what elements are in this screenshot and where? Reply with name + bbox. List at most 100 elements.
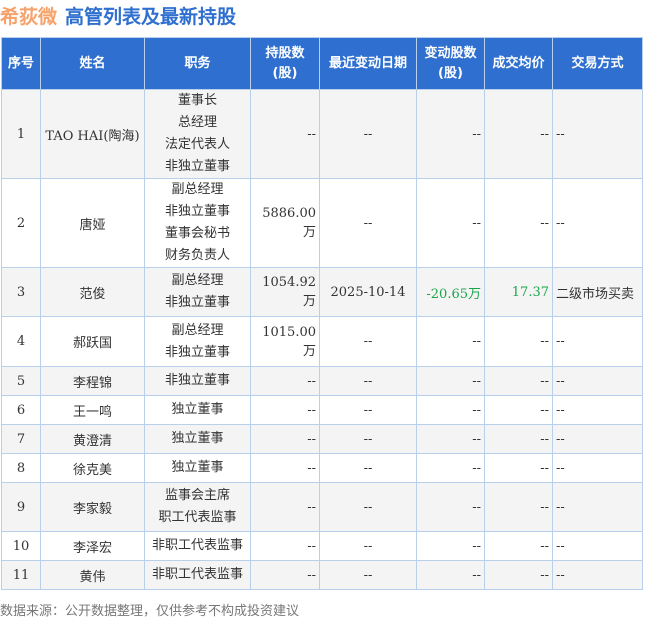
table-row: 11 黄伟 非职工代表监事 -- -- -- -- -- <box>1 560 643 590</box>
cell-shares: -- <box>250 366 320 396</box>
duty-item: 副总经理 <box>171 273 224 288</box>
duty-item: 董事会秘书 <box>164 226 230 241</box>
cell-change: -- <box>416 482 485 532</box>
cell-name: 范俊 <box>40 267 145 317</box>
table-row: 1 TAO HAI(陶海) 董事长 总经理 法定代表人 非独立董事 -- -- -- -- -- <box>1 89 643 179</box>
cell-change: -20.65万 <box>416 267 485 317</box>
cell-price: 17.37 <box>484 267 553 317</box>
duty-item: 副总经理 <box>171 182 224 197</box>
cell-date: -- <box>319 178 417 268</box>
cell-method: -- <box>552 366 643 396</box>
cell-no: 2 <box>1 178 41 268</box>
table-row: 6 王一鸣 独立董事 -- -- -- -- -- <box>1 395 643 425</box>
cell-duties: 非独立董事 <box>144 366 251 396</box>
cell-method: -- <box>552 560 643 590</box>
cell-date: -- <box>319 560 417 590</box>
data-source-note: 数据来源：公开数据整理，仅供参考不构成投资建议 <box>0 604 300 619</box>
table-row: 4 郝跃国 副总经理 非独立董事 1015.00万 -- -- -- -- <box>1 316 643 367</box>
cell-name: 李家毅 <box>40 482 145 532</box>
company-name: 希荻微 <box>0 6 58 28</box>
duty-item: 非独立董事 <box>164 373 230 388</box>
cell-change: -- <box>416 178 485 268</box>
cell-shares: -- <box>250 424 320 454</box>
cell-name: 郝跃国 <box>40 316 145 367</box>
cell-shares: -- <box>250 531 320 561</box>
cell-no: 8 <box>1 453 41 483</box>
cell-date: -- <box>319 453 417 483</box>
cell-no: 11 <box>1 560 41 590</box>
column-header: 持股数 (股) <box>250 37 320 90</box>
cell-duties: 非职工代表监事 <box>144 531 251 561</box>
cell-name: 李程锦 <box>40 366 145 396</box>
duty-item: 副总经理 <box>171 322 224 338</box>
column-header: 交易方式 <box>552 37 643 90</box>
duty-item: 法定代表人 <box>164 137 230 152</box>
cell-shares: 5886.00万 <box>250 178 320 268</box>
cell-no: 5 <box>1 366 41 396</box>
cell-change: -- <box>416 89 485 179</box>
cell-no: 6 <box>1 395 41 425</box>
column-header: 职务 <box>144 37 251 90</box>
cell-price: -- <box>484 316 553 367</box>
executive-table: 序号 姓名 职务 持股数 (股) 最近变动日期 变动股数 (股) 成交均价 交易方式 1 TAO H… <box>1 37 643 590</box>
cell-date: -- <box>319 89 417 179</box>
duty-item: 非独立董事 <box>164 204 230 219</box>
duty-item: 非职工代表监事 <box>151 567 243 582</box>
cell-shares: -- <box>250 453 320 483</box>
cell-date: -- <box>319 366 417 396</box>
cell-price: -- <box>484 395 553 425</box>
cell-no: 9 <box>1 482 41 532</box>
duty-item: 总经理 <box>177 115 217 130</box>
cell-method: -- <box>552 178 643 268</box>
cell-no: 10 <box>1 531 41 561</box>
cell-duties: 监事会主席 职工代表监事 <box>144 482 251 532</box>
cell-duties: 独立董事 <box>144 453 251 483</box>
cell-price: -- <box>484 531 553 561</box>
cell-shares: -- <box>250 560 320 590</box>
cell-duties: 独立董事 <box>144 424 251 454</box>
cell-name: 王一鸣 <box>40 395 145 425</box>
table-row: 3 范俊 副总经理 非独立董事 1054.92万 2025-10-14 -20.65万 17.… <box>1 267 643 317</box>
cell-method: -- <box>552 531 643 561</box>
duty-item: 董事长 <box>177 93 217 108</box>
column-header: 姓名 <box>40 37 145 90</box>
cell-duties: 副总经理 非独立董事 董事会秘书 财务负责人 <box>144 178 251 268</box>
duty-item: 独立董事 <box>171 431 224 446</box>
cell-duties: 董事长 总经理 法定代表人 非独立董事 <box>144 89 251 179</box>
cell-shares: -- <box>250 89 320 179</box>
cell-price: -- <box>484 178 553 268</box>
page-title: 希荻微 高管列表及最新持股 <box>0 2 236 29</box>
cell-no: 7 <box>1 424 41 454</box>
cell-method: -- <box>552 89 643 179</box>
table-row: 9 李家毅 监事会主席 职工代表监事 -- -- -- -- -- <box>1 482 643 532</box>
table-row: 2 唐娅 副总经理 非独立董事 董事会秘书 财务负责人 5886.00万 -- -- -- -- <box>1 178 643 268</box>
table-row: 5 李程锦 非独立董事 -- -- -- -- -- <box>1 366 643 396</box>
cell-no: 4 <box>1 316 41 367</box>
duty-item: 独立董事 <box>171 402 224 417</box>
cell-change: -- <box>416 424 485 454</box>
table-row: 10 李泽宏 非职工代表监事 -- -- -- -- -- <box>1 531 643 561</box>
cell-name: 徐克美 <box>40 453 145 483</box>
cell-change: -- <box>416 366 485 396</box>
cell-shares: 1054.92万 <box>250 267 320 317</box>
cell-duties: 独立董事 <box>144 395 251 425</box>
cell-method: 二级市场买卖 <box>552 267 643 317</box>
cell-name: TAO HAI(陶海) <box>40 89 145 179</box>
duty-item: 非职工代表监事 <box>151 538 243 553</box>
cell-method: -- <box>552 482 643 532</box>
duty-item: 非独立董事 <box>164 295 230 310</box>
title-text: 高管列表及最新持股 <box>65 6 237 28</box>
cell-method: -- <box>552 453 643 483</box>
cell-shares: -- <box>250 482 320 532</box>
cell-date: -- <box>319 424 417 454</box>
cell-date: -- <box>319 316 417 367</box>
duty-item: 非独立董事 <box>164 344 230 360</box>
cell-duties: 非职工代表监事 <box>144 560 251 590</box>
cell-price: -- <box>484 89 553 179</box>
cell-date: 2025-10-14 <box>319 267 417 317</box>
cell-duties: 副总经理 非独立董事 <box>144 267 251 317</box>
column-header: 变动股数 (股) <box>416 37 485 90</box>
cell-change: -- <box>416 531 485 561</box>
cell-change: -- <box>416 560 485 590</box>
column-header: 成交均价 <box>484 37 553 90</box>
